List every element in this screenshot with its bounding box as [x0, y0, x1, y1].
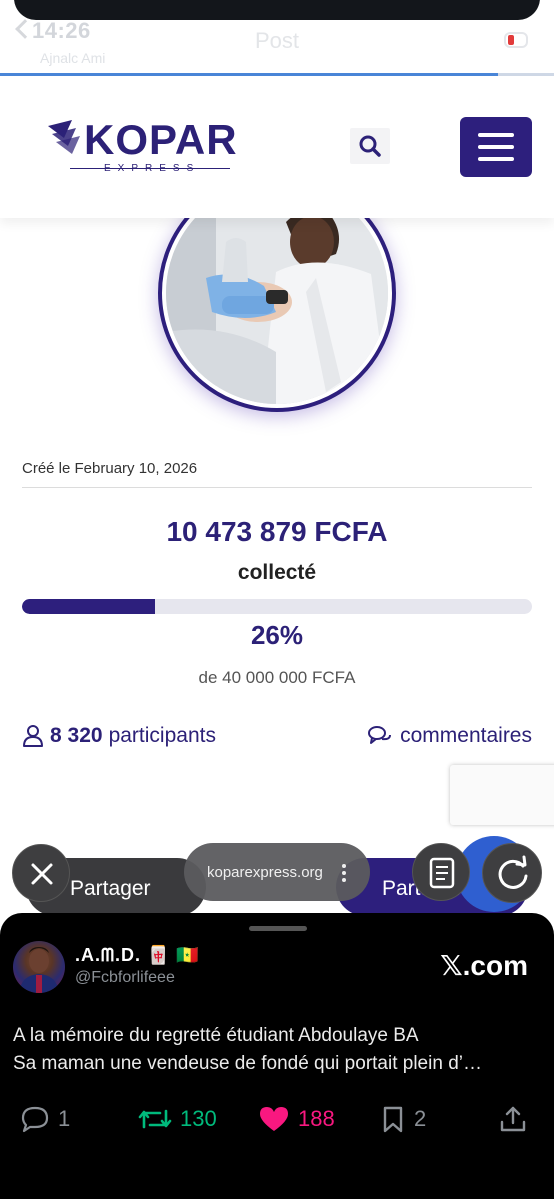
comments-icon: [368, 726, 392, 744]
participants-link[interactable]: 8 320 participants: [22, 722, 216, 750]
user-icon: [23, 725, 43, 747]
url-text: koparexpress.org: [207, 864, 323, 881]
record-indicator-icon: [504, 32, 528, 48]
hamburger-menu-button[interactable]: [460, 117, 532, 177]
tweet-line-1: A la mémoire du regretté étudiant Abdoul…: [13, 1025, 419, 1046]
reply-icon: [21, 1106, 49, 1133]
x-logo[interactable]: 𝕏.com: [440, 949, 528, 982]
share-tweet-button[interactable]: [498, 1101, 536, 1137]
sheet-grabber[interactable]: [249, 926, 307, 931]
tweet-actions: 1 130 188 2: [20, 1101, 534, 1137]
share-icon: [500, 1106, 526, 1132]
funding-progress-fill: [22, 599, 155, 614]
like-button[interactable]: 188: [258, 1101, 335, 1137]
reader-icon: [429, 857, 455, 889]
logo-subtitle: EXPRESS: [104, 163, 201, 174]
created-date: Créé le February 10, 2026: [22, 460, 198, 477]
tweet-card[interactable]: .A.ᗰ.D. 🀄 🇸🇳 @Fcbforlifeee 𝕏.com A la mé…: [0, 913, 554, 1199]
comments-label: commentaires: [400, 724, 532, 747]
share-left-label: Partager: [70, 877, 151, 900]
funding-goal: de 40 000 000 FCFA: [198, 668, 356, 687]
tweet-display-name[interactable]: .A.ᗰ.D. 🀄 🇸🇳: [75, 945, 200, 966]
funding-percent: 26%: [250, 620, 304, 650]
amount-collected: 10 473 879 FCFA: [166, 516, 388, 547]
comments-link[interactable]: commentaires: [368, 722, 532, 750]
retweet-icon: [138, 1109, 172, 1129]
logo-mark-icon: [48, 120, 80, 154]
reader-mode-button[interactable]: [412, 843, 470, 901]
collected-label: collecté: [237, 561, 317, 584]
search-button[interactable]: [350, 128, 390, 164]
more-options-icon[interactable]: [341, 862, 347, 884]
recaptcha-badge[interactable]: [450, 765, 554, 825]
bookmark-icon: [383, 1106, 403, 1133]
screen: 14:26 Post Ajnalc Ami KOPAR EXPRESS Créé…: [0, 0, 554, 1199]
refresh-button[interactable]: [482, 843, 542, 903]
tweet-handle[interactable]: @Fcbforlifeee: [75, 969, 175, 987]
bookmark-button[interactable]: 2: [380, 1101, 426, 1137]
tweet-text[interactable]: A la mémoire du regretté étudiant Abdoul…: [13, 1022, 543, 1078]
like-count: 188: [298, 1106, 335, 1131]
kopar-logo[interactable]: KOPAR EXPRESS: [44, 116, 244, 176]
refresh-icon: [498, 855, 528, 889]
funding-progress-bar: [22, 599, 532, 614]
close-browser-button[interactable]: [12, 844, 70, 902]
reply-button[interactable]: 1: [20, 1101, 70, 1137]
reply-count: 1: [58, 1106, 71, 1131]
logo-text: KOPAR: [84, 116, 238, 163]
search-icon: [359, 135, 381, 157]
status-bar: 14:26 Post Ajnalc Ami: [0, 14, 554, 66]
divider: [22, 487, 532, 488]
bookmark-count: 2: [414, 1106, 427, 1131]
retweet-button[interactable]: 130: [138, 1101, 217, 1137]
participants-count: 8 320: [50, 724, 103, 747]
site-header: KOPAR EXPRESS: [0, 76, 554, 218]
status-subtitle: Ajnalc Ami: [40, 50, 106, 66]
tweet-line-2: Sa maman une vendeuse de fondé qui porta…: [13, 1053, 482, 1074]
close-icon: [31, 863, 53, 885]
participants-label: participants: [108, 724, 216, 747]
avatar-portrait: [19, 947, 59, 993]
avatar[interactable]: [13, 941, 65, 993]
heart-icon: [260, 1107, 288, 1131]
retweet-count: 130: [180, 1106, 217, 1131]
